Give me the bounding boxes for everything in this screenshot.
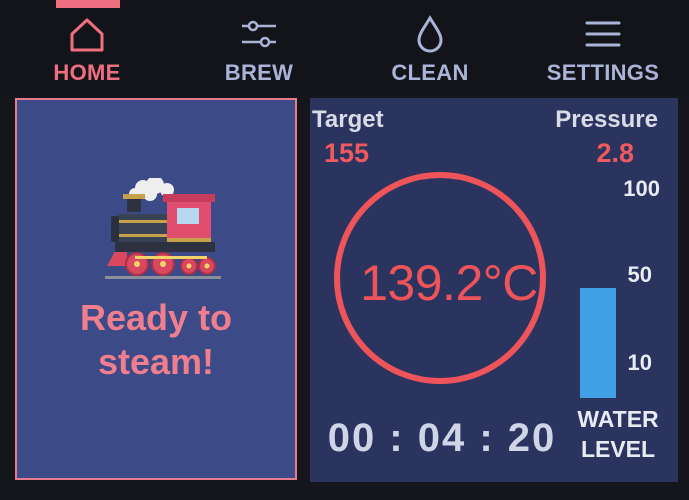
water-level-bar — [580, 288, 616, 398]
water-level-label-line-1: WATER — [577, 406, 659, 432]
tab-brew[interactable]: BREW — [184, 14, 334, 90]
target-label: Target — [312, 106, 384, 133]
tab-settings-label: SETTINGS — [546, 60, 660, 85]
status-panel[interactable]: Ready to steam! — [15, 98, 297, 480]
gauge-panel: Target 155 Pressure 2.8 139.2°C 100 50 1… — [310, 98, 678, 482]
steam-locomotive-icon — [105, 178, 221, 279]
menu-icon — [585, 21, 621, 47]
active-tab-indicator — [56, 0, 120, 8]
tab-settings[interactable]: SETTINGS — [528, 14, 678, 90]
pressure-label: Pressure — [555, 106, 658, 133]
water-level-fill — [580, 288, 616, 398]
brew-timer: 00 : 04 : 20 — [327, 416, 557, 460]
status-message: Ready to steam! — [17, 296, 295, 384]
top-navigation: HOME BREW CLEAN SETTINGS — [0, 0, 689, 96]
tab-home[interactable]: HOME — [12, 14, 162, 90]
target-value: 155 — [324, 138, 370, 168]
home-icon — [70, 18, 104, 52]
status-message-line-2: steam! — [97, 341, 215, 382]
sliders-icon — [242, 20, 276, 48]
water-level-label-line-2: LEVEL — [580, 436, 656, 462]
water-level-label: WATER LEVEL — [568, 404, 668, 464]
water-scale-low: 10 — [627, 350, 652, 375]
tab-clean[interactable]: CLEAN — [355, 14, 505, 90]
temperature-readout: 139.2°C — [360, 255, 538, 311]
pressure-value: 2.8 — [596, 138, 634, 168]
tab-clean-label: CLEAN — [391, 60, 469, 85]
tab-brew-label: BREW — [224, 60, 294, 85]
status-message-line-1: Ready to — [79, 297, 233, 338]
droplet-icon — [417, 15, 443, 53]
tab-home-label: HOME — [53, 60, 121, 85]
water-scale-high: 100 — [623, 176, 660, 201]
water-scale-mid: 50 — [627, 262, 652, 287]
